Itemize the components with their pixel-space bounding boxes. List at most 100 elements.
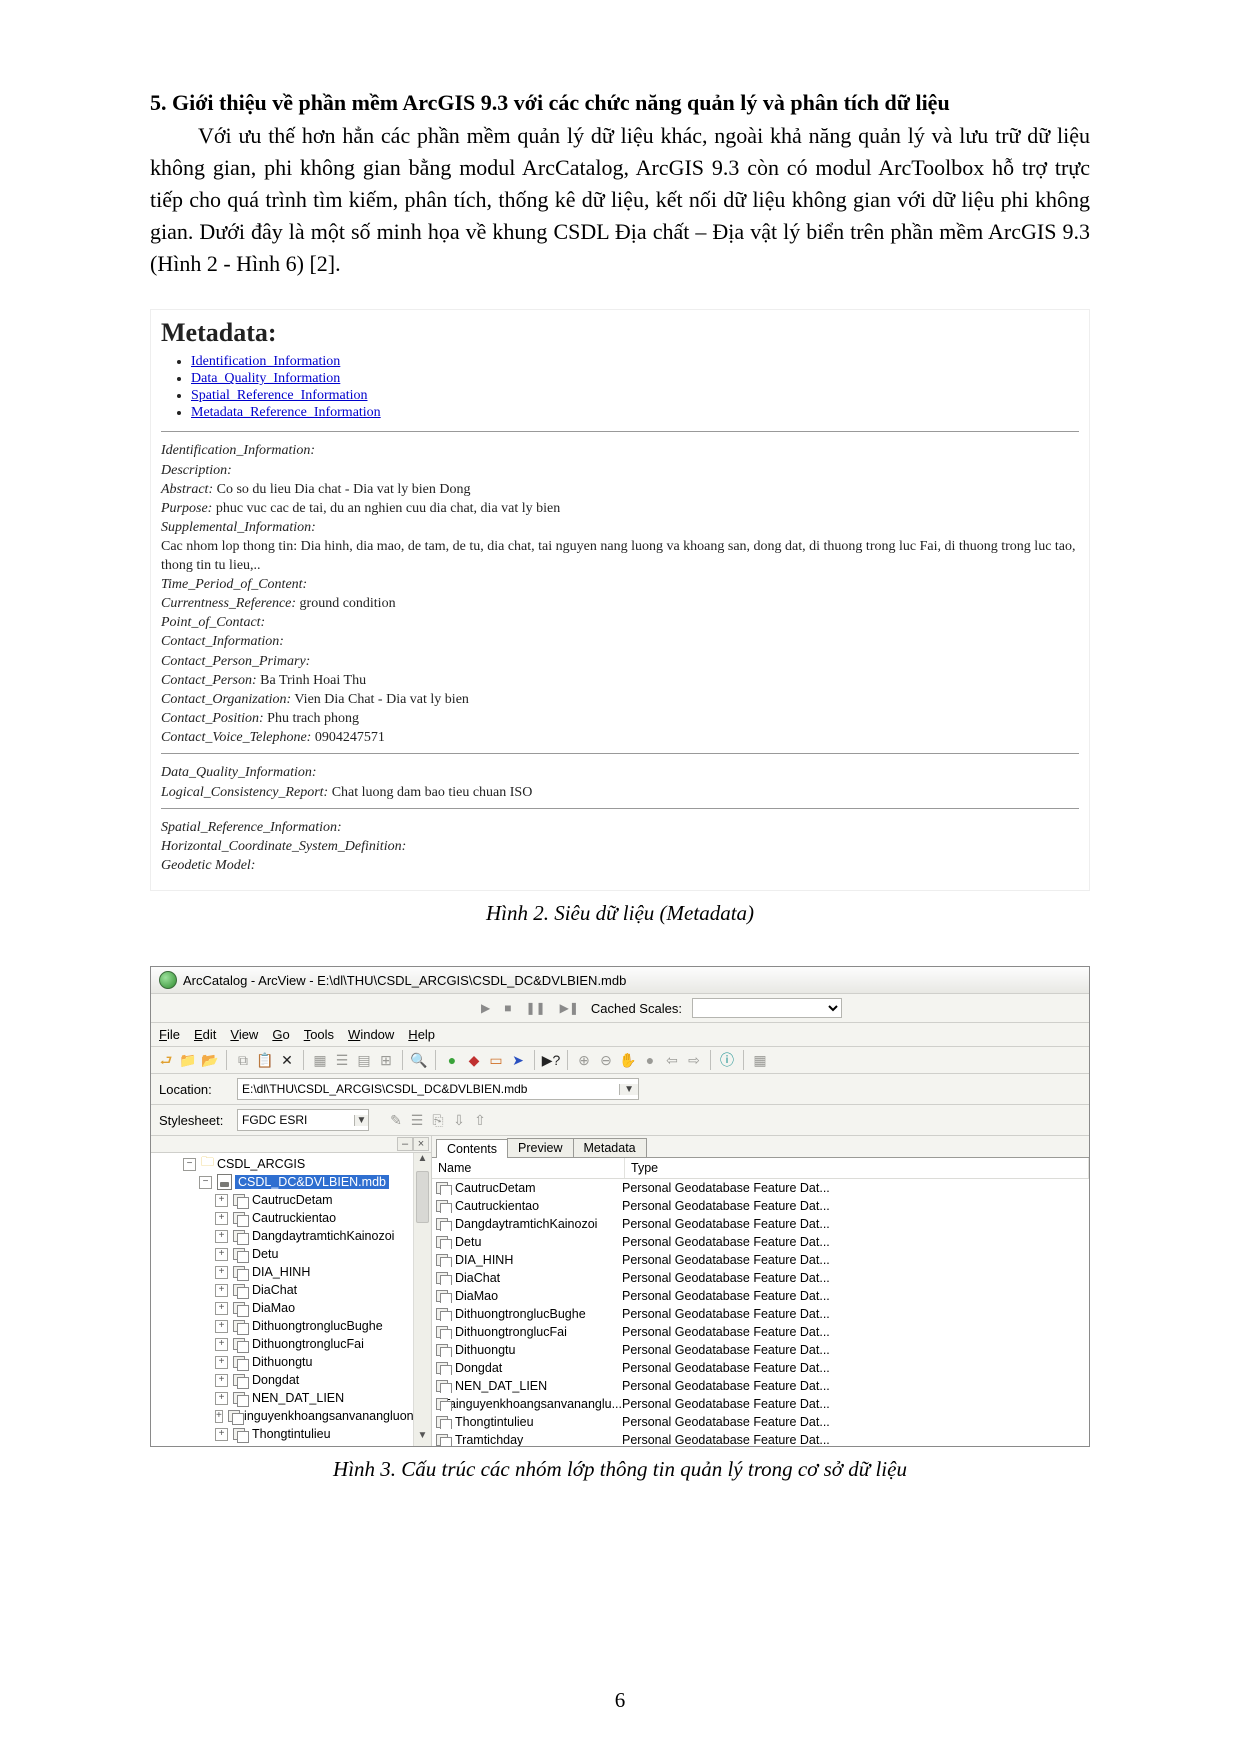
list-item[interactable]: ThongtintulieuPersonal Geodatabase Featu…	[432, 1413, 1089, 1431]
arcmap-icon[interactable]: ●	[443, 1051, 461, 1069]
disconnect-folder-icon[interactable]: 📂	[201, 1051, 219, 1069]
tree-expand-icon[interactable]: +	[215, 1248, 228, 1261]
list-item[interactable]: CautruckientaoPersonal Geodatabase Featu…	[432, 1197, 1089, 1215]
tree-expand-icon[interactable]: +	[215, 1374, 228, 1387]
list-item[interactable]: TramtichdayPersonal Geodatabase Feature …	[432, 1431, 1089, 1446]
tree-expand-icon[interactable]: +	[215, 1302, 228, 1315]
link-spatial-reference-information[interactable]: Spatial_Reference_Information	[191, 388, 367, 403]
metadata-properties-icon[interactable]: ☰	[408, 1111, 426, 1129]
list-item[interactable]: DithuongtuPersonal Geodatabase Feature D…	[432, 1341, 1089, 1359]
tree-close-icon[interactable]: ×	[413, 1137, 429, 1151]
tree-expand-icon[interactable]: +	[215, 1284, 228, 1297]
column-type[interactable]: Type	[625, 1158, 1089, 1178]
contents-list[interactable]: CautrucDetamPersonal Geodatabase Feature…	[432, 1179, 1089, 1446]
link-identification-information[interactable]: Identification_Information	[191, 354, 340, 369]
tree-item[interactable]: +CautrucDetam	[155, 1191, 413, 1209]
list-item[interactable]: DIA_HINHPersonal Geodatabase Feature Dat…	[432, 1251, 1089, 1269]
up-folder-icon[interactable]: ⮐	[157, 1051, 175, 1069]
stylesheet-dropdown-arrow-icon[interactable]: ▼	[354, 1115, 368, 1126]
tree-expand-icon[interactable]: +	[215, 1410, 223, 1423]
copy-icon[interactable]: ⧉	[234, 1051, 252, 1069]
list-item[interactable]: DiaChatPersonal Geodatabase Feature Dat.…	[432, 1269, 1089, 1287]
menu-go[interactable]: Go	[272, 1027, 289, 1042]
location-dropdown-arrow-icon[interactable]: ▼	[619, 1084, 638, 1095]
back-icon[interactable]: ⇦	[663, 1051, 681, 1069]
list-item[interactable]: DetuPersonal Geodatabase Feature Dat...	[432, 1233, 1089, 1251]
menu-view[interactable]: View	[230, 1027, 258, 1042]
catalog-tree[interactable]: − 🗀 CSDL_ARCGIS − CSDL_DC&DVLBIEN.mdb +C…	[151, 1153, 413, 1446]
scroll-up-icon[interactable]: ▲	[414, 1153, 431, 1169]
forward-icon[interactable]: ⇨	[685, 1051, 703, 1069]
tree-pin-icon[interactable]: –	[397, 1137, 413, 1151]
tree-item[interactable]: +Tainguyenkhoangsanvanangluong	[155, 1407, 413, 1425]
tree-scrollbar[interactable]: ▲ ▼	[413, 1153, 431, 1446]
tree-expand-icon[interactable]: +	[215, 1230, 228, 1243]
tab-contents[interactable]: Contents	[436, 1139, 508, 1158]
list-item[interactable]: CautrucDetamPersonal Geodatabase Feature…	[432, 1179, 1089, 1197]
list-item[interactable]: DithuongtronglucFaiPersonal Geodatabase …	[432, 1323, 1089, 1341]
tree-item[interactable]: +Cautruckientao	[155, 1209, 413, 1227]
tree-item[interactable]: +DithuongtronglucFai	[155, 1335, 413, 1353]
edit-metadata-icon[interactable]: ✎	[387, 1111, 405, 1129]
tree-expand-icon[interactable]: +	[215, 1194, 228, 1207]
list-item[interactable]: NEN_DAT_LIENPersonal Geodatabase Feature…	[432, 1377, 1089, 1395]
tree-item[interactable]: +DangdaytramtichKainozoi	[155, 1227, 413, 1245]
tree-item[interactable]: +DithuongtronglucBughe	[155, 1317, 413, 1335]
step-icon[interactable]: ▶❚	[558, 1001, 581, 1015]
large-icons-icon[interactable]: ▦	[311, 1051, 329, 1069]
create-thumbnail-icon[interactable]: ▦	[751, 1051, 769, 1069]
tab-metadata[interactable]: Metadata	[573, 1138, 647, 1157]
paste-icon[interactable]: 📋	[256, 1051, 274, 1069]
details-icon[interactable]: ▤	[355, 1051, 373, 1069]
menu-file[interactable]: File	[159, 1027, 180, 1042]
list-item[interactable]: Tainguyenkhoangsanvananglu...Personal Ge…	[432, 1395, 1089, 1413]
tree-root-label[interactable]: CSDL_ARCGIS	[217, 1157, 305, 1171]
tree-item[interactable]: +Dongdat	[155, 1371, 413, 1389]
column-name[interactable]: Name	[432, 1158, 625, 1178]
location-input[interactable]	[238, 1080, 619, 1098]
pan-icon[interactable]: ✋	[619, 1051, 637, 1069]
thumbnails-icon[interactable]: ⊞	[377, 1051, 395, 1069]
launch-arcmap-icon[interactable]: 🔍	[410, 1051, 428, 1069]
scroll-down-icon[interactable]: ▼	[414, 1430, 431, 1446]
menu-help[interactable]: Help	[408, 1027, 435, 1042]
pause-icon[interactable]: ❚❚	[523, 1001, 547, 1015]
tree-expand-icon[interactable]: +	[215, 1392, 228, 1405]
whats-this-icon[interactable]: ▶?	[542, 1051, 560, 1069]
list-item[interactable]: DithuongtronglucBughePersonal Geodatabas…	[432, 1305, 1089, 1323]
scroll-thumb[interactable]	[416, 1171, 429, 1223]
export-metadata-icon[interactable]: ⇧	[471, 1111, 489, 1129]
tab-preview[interactable]: Preview	[507, 1138, 573, 1157]
link-metadata-reference-information[interactable]: Metadata_Reference_Information	[191, 405, 381, 420]
tree-collapse-icon[interactable]: −	[183, 1158, 196, 1171]
create-metadata-icon[interactable]: ⎘	[429, 1111, 447, 1129]
link-data-quality-information[interactable]: Data_Quality_Information	[191, 371, 340, 386]
full-extent-icon[interactable]: ●	[641, 1051, 659, 1069]
tree-expand-icon[interactable]: +	[215, 1428, 228, 1441]
list-item[interactable]: DiaMaoPersonal Geodatabase Feature Dat..…	[432, 1287, 1089, 1305]
connect-folder-icon[interactable]: 📁	[179, 1051, 197, 1069]
cached-scales-dropdown[interactable]	[692, 998, 842, 1018]
menu-tools[interactable]: Tools	[304, 1027, 334, 1042]
tree-expand-icon[interactable]: +	[215, 1266, 228, 1279]
tree-item[interactable]: +Detu	[155, 1245, 413, 1263]
stop-icon[interactable]: ■	[502, 1001, 513, 1015]
tree-expand-icon[interactable]: +	[215, 1338, 228, 1351]
tree-expand-icon[interactable]: +	[215, 1212, 228, 1225]
python-icon[interactable]: ➤	[509, 1051, 527, 1069]
tree-expand-icon[interactable]: +	[215, 1356, 228, 1369]
tree-item[interactable]: +DIA_HINH	[155, 1263, 413, 1281]
list-icon[interactable]: ☰	[333, 1051, 351, 1069]
tree-item[interactable]: +Thongtintulieu	[155, 1425, 413, 1443]
tree-collapse-icon[interactable]: −	[199, 1176, 212, 1189]
tree-mdb-label[interactable]: CSDL_DC&DVLBIEN.mdb	[235, 1175, 389, 1189]
menu-edit[interactable]: Edit	[194, 1027, 216, 1042]
list-item[interactable]: DongdatPersonal Geodatabase Feature Dat.…	[432, 1359, 1089, 1377]
tree-item[interactable]: +NEN_DAT_LIEN	[155, 1389, 413, 1407]
identify-icon[interactable]: ⓘ	[718, 1051, 736, 1069]
tree-item[interactable]: +DiaChat	[155, 1281, 413, 1299]
tree-item[interactable]: +DiaMao	[155, 1299, 413, 1317]
list-item[interactable]: DangdaytramtichKainozoiPersonal Geodatab…	[432, 1215, 1089, 1233]
tree-item[interactable]: +Dithuongtu	[155, 1353, 413, 1371]
import-metadata-icon[interactable]: ⇩	[450, 1111, 468, 1129]
